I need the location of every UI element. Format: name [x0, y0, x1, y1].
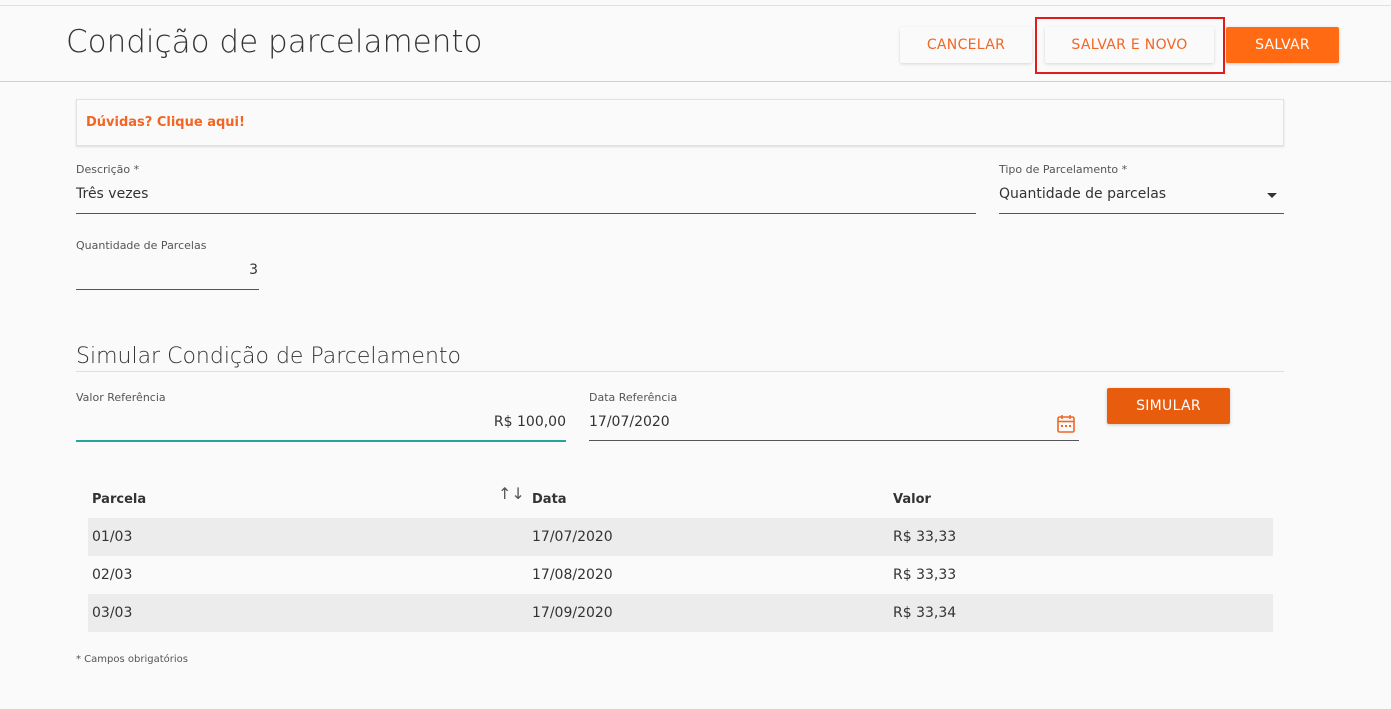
column-header-parcela[interactable]: Parcela [92, 480, 146, 518]
descricao-underline [76, 213, 976, 214]
save-button[interactable]: SALVAR [1226, 27, 1339, 63]
quantidade-parcelas-label: Quantidade de Parcelas [76, 239, 207, 252]
valor-referencia-label: Valor Referência [76, 391, 166, 404]
column-header-valor[interactable]: Valor [893, 480, 931, 518]
column-header-data[interactable]: Data [532, 480, 567, 518]
calendar-icon[interactable] [1057, 414, 1075, 433]
valor-referencia-underline [76, 440, 566, 442]
header-divider [0, 81, 1391, 82]
data-referencia-input[interactable]: 17/07/2020 [589, 414, 670, 430]
valor-referencia-input[interactable]: R$ 100,00 [76, 414, 566, 430]
cell-data: 17/07/2020 [532, 529, 613, 545]
cell-parcela: 02/03 [92, 567, 133, 583]
page-title: Condição de parcelamento [66, 24, 483, 60]
page: Condição de parcelamento CANCELAR SALVAR… [0, 0, 1391, 709]
table-row: 03/03 17/09/2020 R$ 33,34 [88, 594, 1273, 632]
descricao-label: Descrição * [76, 163, 140, 176]
cell-data: 17/08/2020 [532, 567, 613, 583]
descricao-input[interactable]: Três vezes [76, 186, 148, 202]
quantidade-parcelas-input[interactable]: 3 [76, 262, 259, 278]
simulate-button[interactable]: SIMULAR [1107, 388, 1230, 424]
table-row: 01/03 17/07/2020 R$ 33,33 [88, 518, 1273, 556]
data-referencia-label: Data Referência [589, 391, 678, 404]
cancel-button[interactable]: CANCELAR [900, 27, 1032, 63]
simulation-title: Simular Condição de Parcelamento [76, 344, 461, 369]
cell-valor: R$ 33,33 [893, 529, 957, 545]
top-divider [0, 5, 1391, 6]
caret-down-icon[interactable] [1267, 193, 1277, 198]
quantidade-parcelas-underline [76, 289, 259, 290]
tipo-parcelamento-label: Tipo de Parcelamento * [999, 163, 1128, 176]
cell-parcela: 03/03 [92, 605, 133, 621]
cell-valor: R$ 33,34 [893, 605, 957, 621]
tipo-parcelamento-value[interactable]: Quantidade de parcelas [999, 186, 1166, 202]
help-link[interactable]: Dúvidas? Clique aqui! [86, 115, 245, 130]
cell-parcela: 01/03 [92, 529, 133, 545]
sort-icon[interactable]: ↑↓ [498, 484, 525, 503]
highlight-box [1035, 17, 1225, 74]
cell-data: 17/09/2020 [532, 605, 613, 621]
data-referencia-underline [589, 440, 1079, 441]
table-row: 02/03 17/08/2020 R$ 33,33 [88, 556, 1273, 594]
help-panel: Dúvidas? Clique aqui! [76, 99, 1284, 146]
required-fields-note: * Campos obrigatórios [76, 654, 188, 665]
simulation-divider [76, 371, 1284, 372]
tipo-parcelamento-underline [999, 213, 1284, 214]
cell-valor: R$ 33,33 [893, 567, 957, 583]
